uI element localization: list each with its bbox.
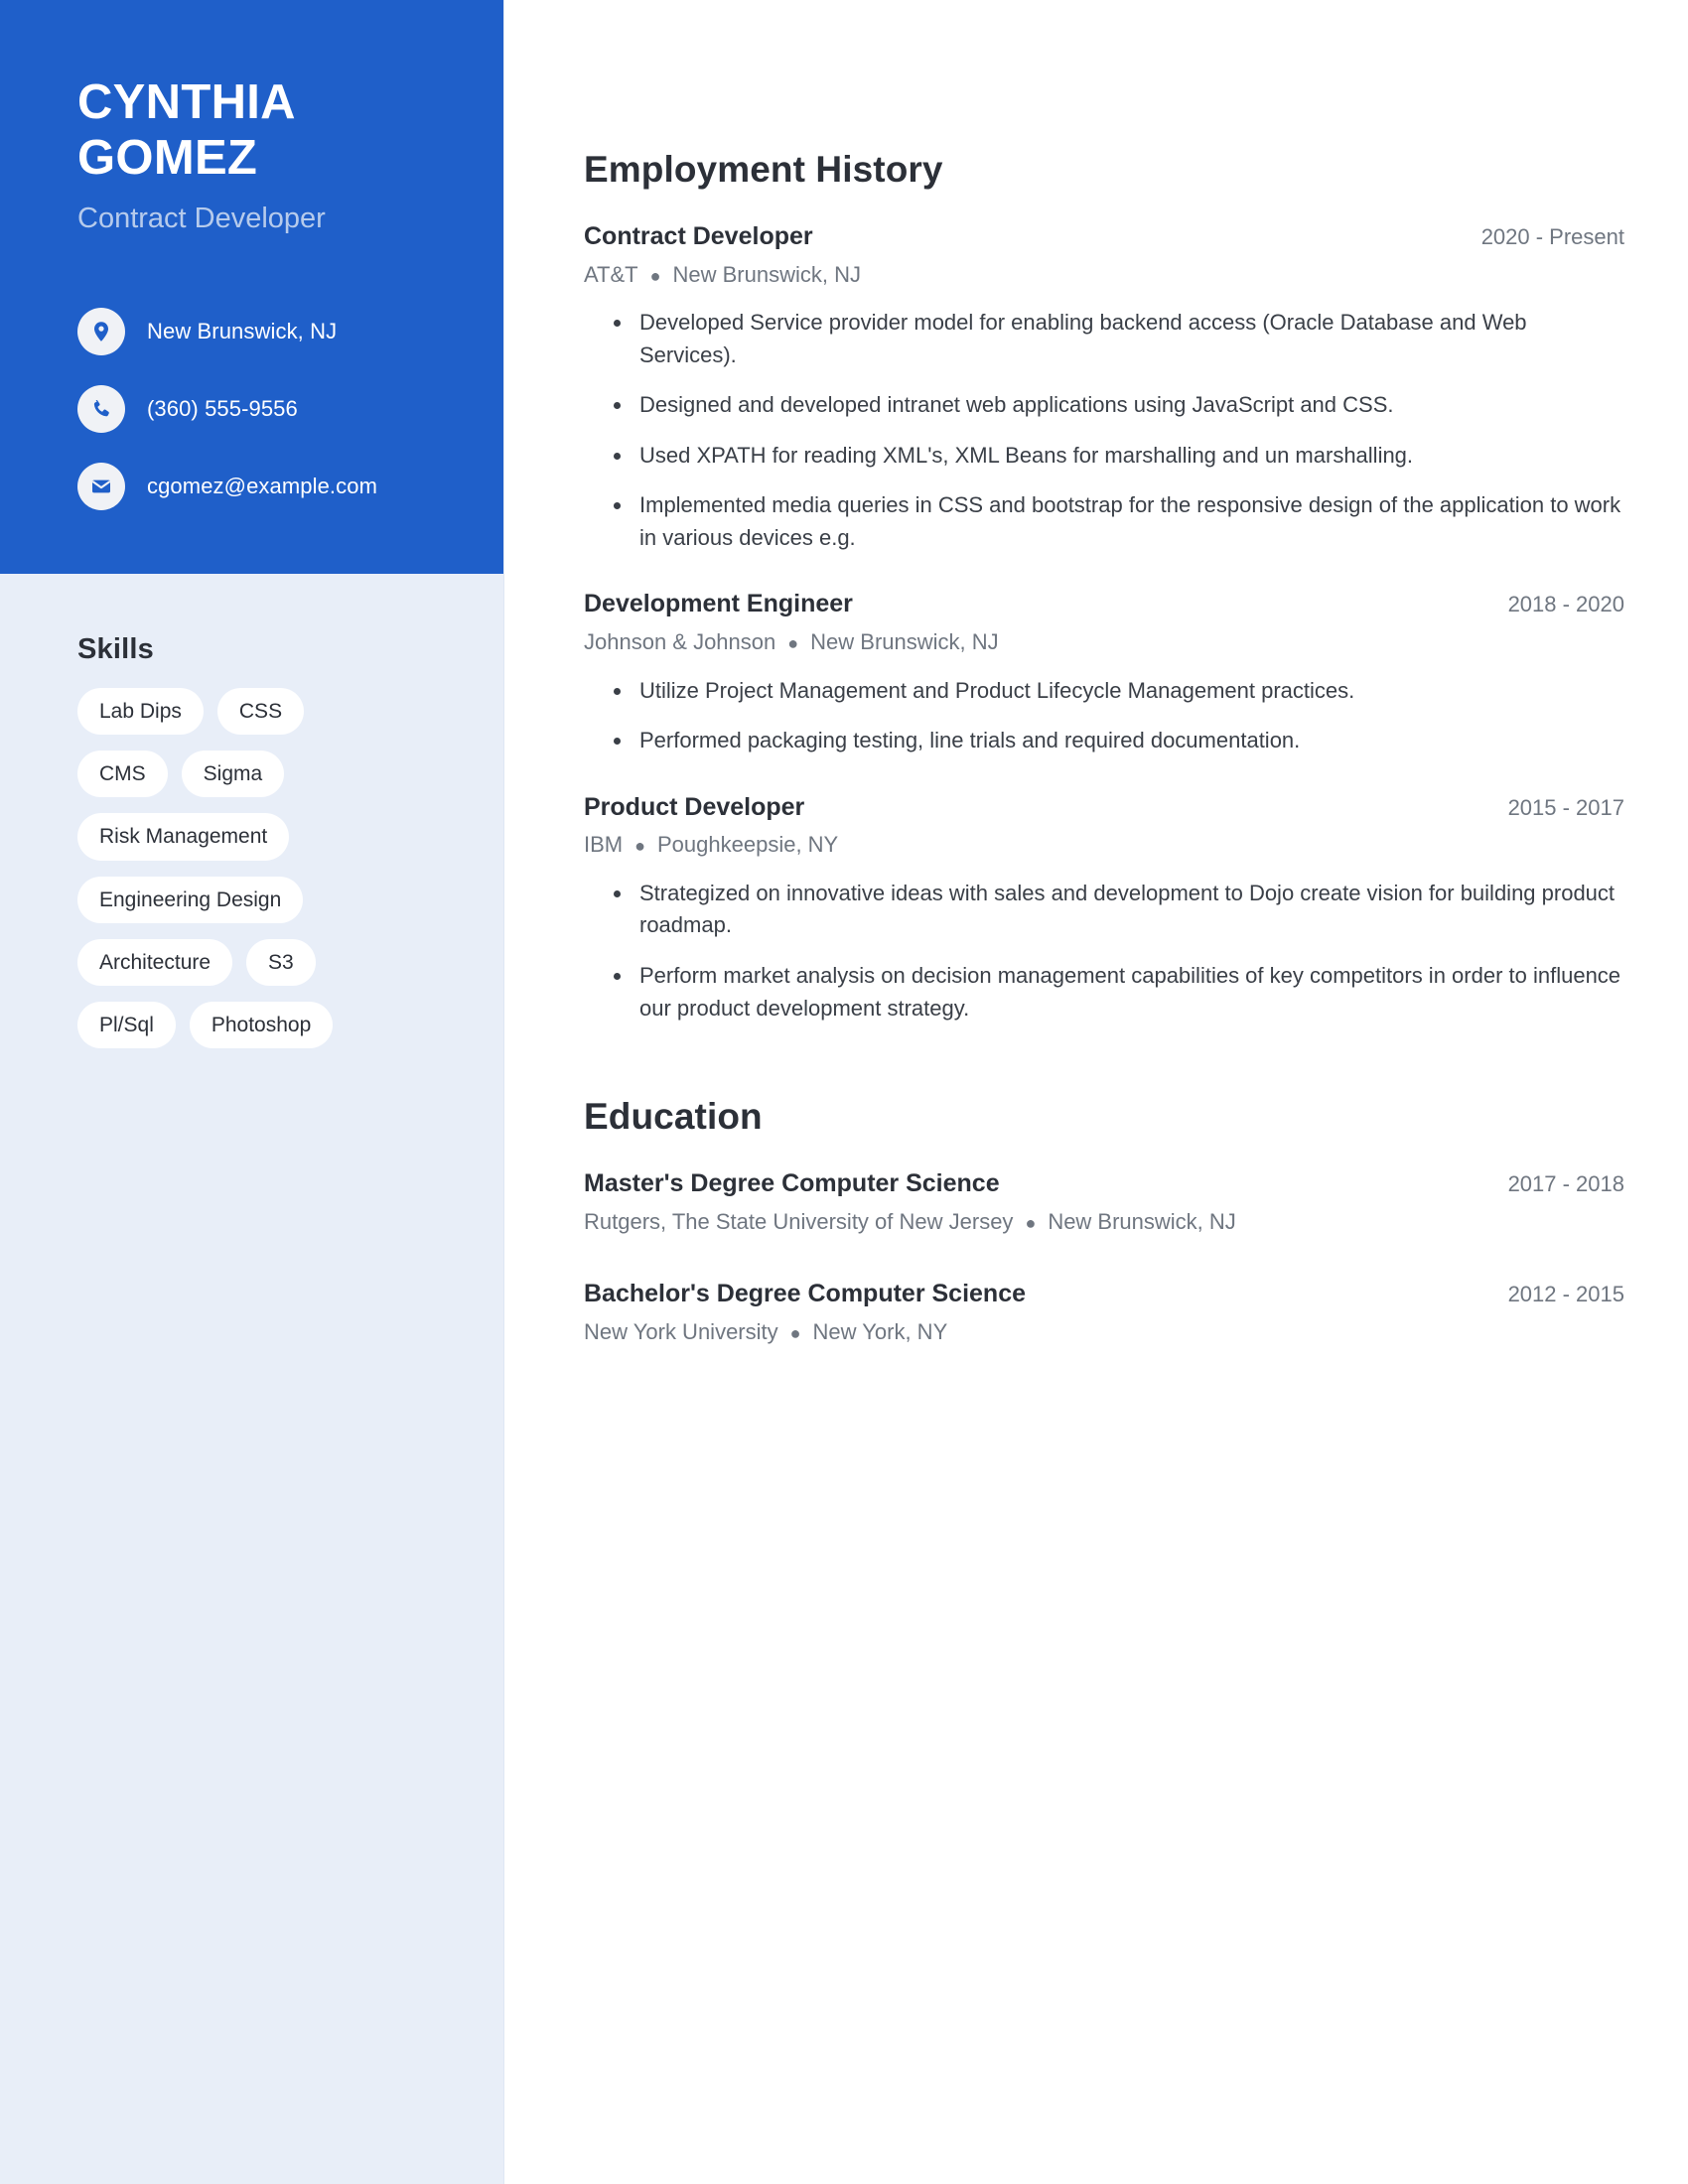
page-title: CYNTHIA GOMEZ bbox=[77, 75, 426, 187]
skill-chip: CMS bbox=[77, 751, 168, 798]
employment-entry: Product Developer 2015 - 2017 IBM ● Poughk… bbox=[584, 791, 1624, 1024]
education-heading: Education bbox=[584, 1096, 763, 1138]
contact-value-location: New Brunswick, NJ bbox=[147, 318, 338, 343]
contact-value-phone: (360) 555-9556 bbox=[147, 395, 298, 421]
profile-job-title: Contract Developer bbox=[77, 202, 326, 234]
skill-chip: CSS bbox=[216, 687, 305, 736]
education-dates: 2017 - 2018 bbox=[1507, 1171, 1624, 1197]
bullet-separator-icon: ● bbox=[789, 1322, 801, 1343]
employment-entry: Contract Developer 2020 - Present AT&T ● N… bbox=[584, 220, 1624, 554]
main-content: Employment History Contract Developer 20… bbox=[504, 0, 1688, 2184]
bullet-separator-icon: ● bbox=[634, 836, 645, 857]
contact-item-phone: (360) 555-9556 bbox=[77, 384, 426, 433]
education-section: Education Master's Degree Computer Scien… bbox=[584, 1096, 1624, 1346]
employment-location: New Brunswick, NJ bbox=[672, 261, 861, 287]
contact-item-location: New Brunswick, NJ bbox=[77, 307, 426, 355]
employment-meta: Johnson & Johnson ● New Brunswick, NJ bbox=[584, 627, 1624, 657]
employment-dates: 2020 - Present bbox=[1480, 224, 1624, 249]
envelope-icon bbox=[77, 462, 125, 510]
skills-chip-list: Lab Dips CSS CMS Sigma Risk Management E… bbox=[77, 687, 405, 1049]
skill-chip: Risk Management bbox=[77, 813, 290, 861]
employment-bullet: Performed packaging testing, line trials… bbox=[614, 725, 1624, 757]
employment-company: AT&T bbox=[584, 261, 638, 287]
education-degree: Master's Degree Computer Science bbox=[584, 1169, 1000, 1198]
employment-bullet: Utilize Project Management and Product L… bbox=[614, 675, 1624, 708]
resume-page: CYNTHIA GOMEZ Contract Developer New Bru… bbox=[0, 0, 1688, 2184]
education-school: Rutgers, The State University of New Jer… bbox=[584, 1208, 1014, 1234]
education-entry-head: Master's Degree Computer Science 2017 - … bbox=[584, 1167, 1624, 1200]
first-name: CYNTHIA bbox=[77, 75, 296, 129]
employment-bullet: Designed and developed intranet web appl… bbox=[614, 389, 1624, 422]
phone-icon bbox=[77, 384, 125, 433]
employment-role: Product Developer bbox=[584, 792, 805, 821]
employment-location: New Brunswick, NJ bbox=[810, 628, 999, 654]
employment-history-section: Employment History Contract Developer 20… bbox=[584, 149, 1624, 1024]
education-location: New York, NY bbox=[812, 1318, 948, 1344]
employment-entry: Development Engineer 2018 - 2020 Johnson… bbox=[584, 588, 1624, 756]
contact-value-email: cgomez@example.com bbox=[147, 473, 377, 498]
employment-role: Contract Developer bbox=[584, 222, 813, 250]
employment-bullet: Implemented media queries in CSS and boo… bbox=[614, 489, 1624, 554]
employment-location: Poughkeepsie, NY bbox=[657, 832, 839, 858]
employment-bullets: Developed Service provider model for ena… bbox=[584, 307, 1624, 554]
education-meta: Rutgers, The State University of New Jer… bbox=[584, 1207, 1624, 1237]
bullet-separator-icon: ● bbox=[649, 265, 661, 286]
sidebar-header: CYNTHIA GOMEZ Contract Developer New Bru… bbox=[0, 0, 503, 574]
contact-item-email: cgomez@example.com bbox=[77, 462, 426, 510]
employment-bullet: Developed Service provider model for ena… bbox=[614, 307, 1624, 371]
employment-entry-head: Contract Developer 2020 - Present bbox=[584, 220, 1624, 253]
education-entry: Master's Degree Computer Science 2017 - … bbox=[584, 1167, 1624, 1236]
skill-chip: Sigma bbox=[181, 751, 285, 798]
education-dates: 2012 - 2015 bbox=[1507, 1282, 1624, 1307]
skill-chip: Lab Dips bbox=[77, 687, 204, 736]
skill-chip: Engineering Design bbox=[77, 876, 304, 923]
skill-chip: S3 bbox=[246, 938, 316, 986]
skill-chip: Photoshop bbox=[189, 1001, 334, 1049]
employment-dates: 2015 - 2017 bbox=[1507, 794, 1624, 820]
education-entry: Bachelor's Degree Computer Science 2012 … bbox=[584, 1278, 1624, 1346]
employment-company: IBM bbox=[584, 832, 624, 858]
education-degree: Bachelor's Degree Computer Science bbox=[584, 1280, 1026, 1308]
contact-list: New Brunswick, NJ (360) 555-9556 cgomez@… bbox=[77, 307, 426, 510]
sidebar: CYNTHIA GOMEZ Contract Developer New Bru… bbox=[0, 0, 504, 2184]
employment-bullet: Strategized on innovative ideas with sal… bbox=[614, 878, 1624, 942]
employment-bullet: Used XPATH for reading XML's, XML Beans … bbox=[614, 440, 1624, 473]
employment-meta: IBM ● Poughkeepsie, NY bbox=[584, 830, 1624, 860]
skills-heading: Skills bbox=[77, 632, 154, 665]
skill-chip: Pl/Sql bbox=[77, 1001, 176, 1049]
education-meta: New York University ● New York, NY bbox=[584, 1317, 1624, 1347]
employment-entry-head: Product Developer 2015 - 2017 bbox=[584, 791, 1624, 824]
education-entry-head: Bachelor's Degree Computer Science 2012 … bbox=[584, 1278, 1624, 1310]
employment-meta: AT&T ● New Brunswick, NJ bbox=[584, 260, 1624, 290]
employment-bullet: Perform market analysis on decision mana… bbox=[614, 960, 1624, 1024]
education-school: New York University bbox=[584, 1318, 778, 1344]
location-pin-icon bbox=[77, 307, 125, 355]
bullet-separator-icon: ● bbox=[787, 633, 799, 653]
employment-dates: 2018 - 2020 bbox=[1507, 592, 1624, 617]
employment-bullets: Utilize Project Management and Product L… bbox=[584, 675, 1624, 757]
employment-entry-head: Development Engineer 2018 - 2020 bbox=[584, 588, 1624, 620]
employment-role: Development Engineer bbox=[584, 590, 853, 618]
education-location: New Brunswick, NJ bbox=[1048, 1208, 1236, 1234]
bullet-separator-icon: ● bbox=[1025, 1212, 1037, 1233]
skill-chip: Architecture bbox=[77, 938, 233, 986]
last-name: GOMEZ bbox=[77, 130, 258, 185]
employment-heading: Employment History bbox=[584, 149, 943, 190]
skills-section: Skills Lab Dips CSS CMS Sigma Risk Manag… bbox=[0, 574, 503, 1049]
employment-bullets: Strategized on innovative ideas with sal… bbox=[584, 878, 1624, 1024]
employment-company: Johnson & Johnson bbox=[584, 628, 776, 654]
